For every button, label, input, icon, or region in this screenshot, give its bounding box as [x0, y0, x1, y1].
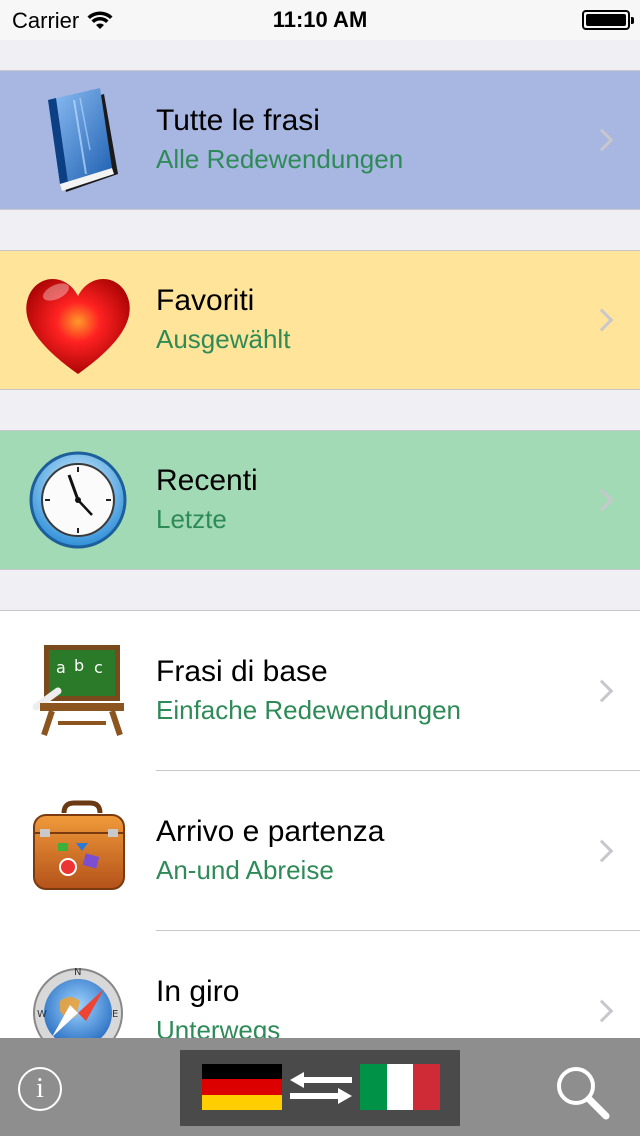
row-title: Favoriti [156, 284, 255, 317]
bottom-toolbar: i [0, 1038, 640, 1136]
svg-text:a: a [56, 658, 66, 677]
language-switch-button[interactable] [180, 1050, 460, 1126]
clock-icon [29, 451, 127, 549]
search-icon[interactable] [552, 1062, 612, 1122]
row-subtitle: Alle Redewendungen [156, 144, 404, 174]
row-all-phrases[interactable]: Tutte le frasi Alle Redewendungen [0, 70, 640, 210]
row-title: In giro [156, 975, 240, 1008]
svg-text:E: E [112, 1009, 118, 1020]
row-subtitle: Ausgewählt [156, 324, 291, 354]
info-button[interactable]: i [18, 1067, 62, 1111]
row-favorites[interactable]: Favoriti Ausgewählt [0, 250, 640, 390]
battery-icon [582, 10, 634, 30]
suitcase-icon [33, 800, 125, 890]
row-title: Frasi di base [156, 655, 328, 688]
svg-text:b: b [74, 656, 84, 675]
svg-text:W: W [37, 1009, 47, 1020]
info-icon: i [36, 1073, 44, 1104]
row-subtitle: Letzte [156, 504, 227, 534]
book-icon [48, 88, 118, 192]
carrier-label: Carrier [12, 8, 80, 33]
svg-text:N: N [74, 967, 81, 978]
status-left: Carrier [12, 8, 113, 34]
row-title: Recenti [156, 464, 258, 497]
svg-text:c: c [94, 658, 103, 677]
status-time: 11:10 AM [272, 7, 368, 32]
list-item-basic-phrases[interactable]: a b c Frasi di base Einfache Redewendung… [0, 611, 640, 771]
top-spacer [0, 40, 640, 70]
status-bar: Carrier 11:10 AM [0, 0, 640, 40]
row-subtitle: Unterwegs [156, 1015, 281, 1040]
row-title: Arrivo e partenza [156, 815, 385, 848]
category-list: a b c Frasi di base Einfache Redewendung… [0, 610, 640, 1040]
german-flag-icon [202, 1064, 282, 1110]
swap-arrows-icon [290, 1072, 352, 1104]
blackboard-icon: a b c [32, 645, 124, 736]
row-subtitle: Einfache Redewendungen [156, 695, 462, 725]
heart-icon [26, 278, 130, 374]
row-title: Tutte le frasi [156, 104, 320, 137]
list-item-getting-around[interactable]: N W E In giro Unterwegs [0, 931, 640, 1040]
italian-flag-icon [360, 1064, 440, 1110]
compass-icon: N W E [33, 967, 123, 1040]
row-recent[interactable]: Recenti Letzte [0, 430, 640, 570]
list-item-arrival-departure[interactable]: Arrivo e partenza An-und Abreise [0, 771, 640, 931]
row-subtitle: An-und Abreise [156, 855, 334, 885]
wifi-icon [87, 11, 113, 29]
